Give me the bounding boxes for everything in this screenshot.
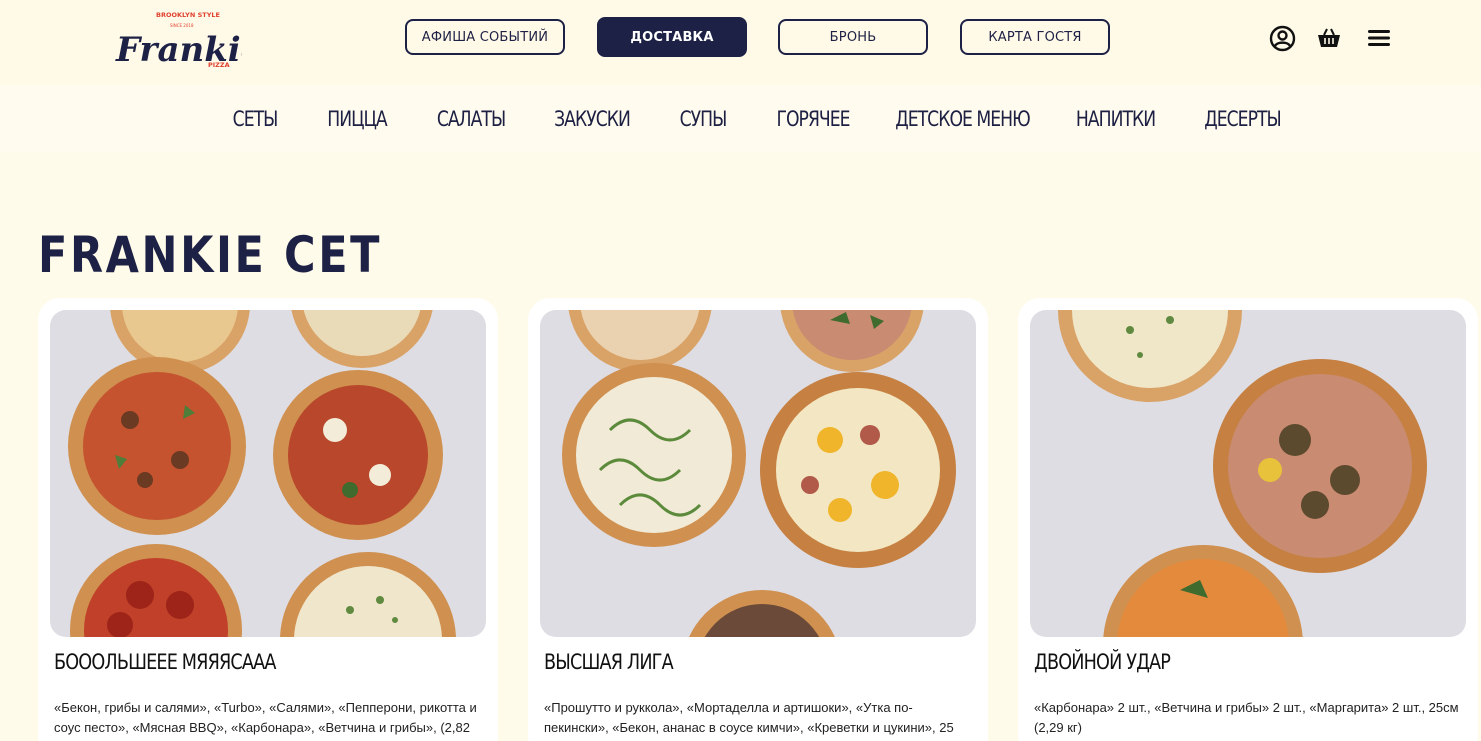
category-pizza[interactable]: ПИЦЦА bbox=[312, 86, 402, 152]
category-sets[interactable]: СЕТЫ bbox=[214, 86, 296, 152]
product-title[interactable]: ДВОЙНОЙ УДАР bbox=[1034, 650, 1171, 674]
product-description: «Прошутто и руккола», «Мортаделла и арти… bbox=[544, 700, 954, 741]
product-description: «Карбонара» 2 шт., «Ветчина и грибы» 2 ш… bbox=[1034, 700, 1459, 735]
category-bar: СЕТЫ ПИЦЦА САЛАТЫ ЗАКУСКИ СУПЫ ГОРЯЧЕЕ Д… bbox=[0, 86, 1481, 152]
section-title: FRANKIE СЕТ bbox=[38, 226, 383, 284]
category-soups[interactable]: СУПЫ bbox=[666, 86, 740, 152]
nav-delivery-button[interactable]: ДОСТАВКА bbox=[597, 17, 747, 57]
nav-booking-button[interactable]: БРОНЬ bbox=[778, 19, 928, 55]
menu-icon[interactable] bbox=[1365, 24, 1393, 52]
product-card[interactable]: ВЫСШАЯ ЛИГА «Прошутто и руккола», «Морта… bbox=[528, 298, 988, 741]
basket-icon[interactable] bbox=[1315, 24, 1343, 52]
nav-events-button[interactable]: АФИША СОБЫТИЙ bbox=[405, 19, 565, 55]
user-icon[interactable] bbox=[1268, 24, 1296, 52]
product-title[interactable]: БОООЛЬШЕЕЕ МЯЯЯСААА bbox=[54, 650, 276, 674]
logo-sub-text: PIZZA bbox=[208, 61, 230, 69]
nav-guest-card-button[interactable]: КАРТА ГОСТЯ bbox=[960, 19, 1110, 55]
category-salads[interactable]: САЛАТЫ bbox=[426, 86, 516, 152]
category-kids-menu[interactable]: ДЕТСКОЕ МЕНЮ bbox=[895, 86, 1030, 152]
category-hot[interactable]: ГОРЯЧЕЕ bbox=[768, 86, 858, 152]
frankie-logo[interactable]: BROOKLYN STYLE SINCE 2018 Frankie PIZZA bbox=[112, 5, 262, 73]
product-image[interactable] bbox=[50, 310, 486, 637]
product-image[interactable] bbox=[1030, 310, 1466, 637]
category-desserts[interactable]: ДЕСЕРТЫ bbox=[1195, 86, 1289, 152]
product-card[interactable]: ДВОЙНОЙ УДАР «Карбонара» 2 шт., «Ветчина… bbox=[1018, 298, 1478, 741]
category-snacks[interactable]: ЗАКУСКИ bbox=[547, 86, 637, 152]
site-header: BROOKLYN STYLE SINCE 2018 Frankie PIZZA … bbox=[0, 0, 1481, 84]
logo-top-text: BROOKLYN STYLE bbox=[156, 11, 220, 19]
product-card[interactable]: БОООЛЬШЕЕЕ МЯЯЯСААА «Бекон, грибы и саля… bbox=[38, 298, 498, 741]
product-title[interactable]: ВЫСШАЯ ЛИГА bbox=[544, 650, 674, 674]
product-image[interactable] bbox=[540, 310, 976, 637]
product-description: «Бекон, грибы и салями», «Turbo», «Салям… bbox=[54, 700, 477, 741]
logo-badge-text: SINCE 2018 bbox=[170, 23, 194, 28]
category-drinks[interactable]: НАПИТКИ bbox=[1068, 86, 1162, 152]
